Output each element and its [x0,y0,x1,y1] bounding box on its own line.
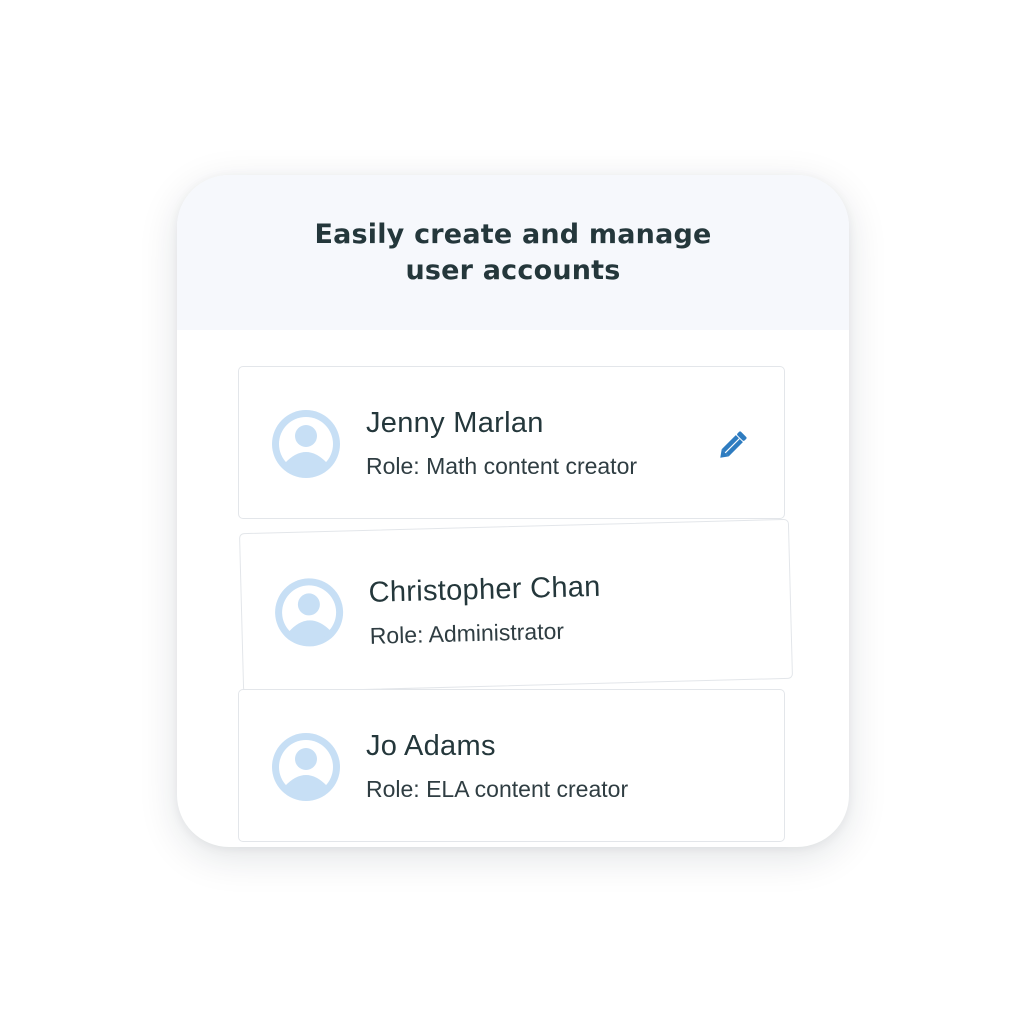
user-role: Role: ELA content creator [366,776,629,802]
user-name: Jenny Marlan [366,407,544,439]
user-avatar-icon [272,733,340,801]
user-accounts-card: Easily create and manage user accounts J… [177,175,849,847]
user-card-christopher-chan[interactable]: Christopher Chan Role: Administrator [239,518,793,694]
user-name: Christopher Chan [368,570,602,609]
edit-user-button[interactable] [713,425,753,465]
user-card-jo-adams[interactable]: Jo Adams Role: ELA content creator [238,689,785,842]
user-avatar-icon [275,578,344,647]
user-name: Jo Adams [366,730,496,762]
user-role: Role: Math content creator [366,453,638,479]
card-title: Easily create and manage user accounts [314,218,712,286]
user-role: Role: Administrator [369,617,565,649]
card-header: Easily create and manage user accounts [177,175,849,330]
user-avatar-icon [272,410,340,478]
stage: Easily create and manage user accounts J… [0,0,1024,1024]
pencil-icon [720,431,747,458]
user-card-jenny-marlan[interactable]: Jenny Marlan Role: Math content creator [238,366,785,519]
